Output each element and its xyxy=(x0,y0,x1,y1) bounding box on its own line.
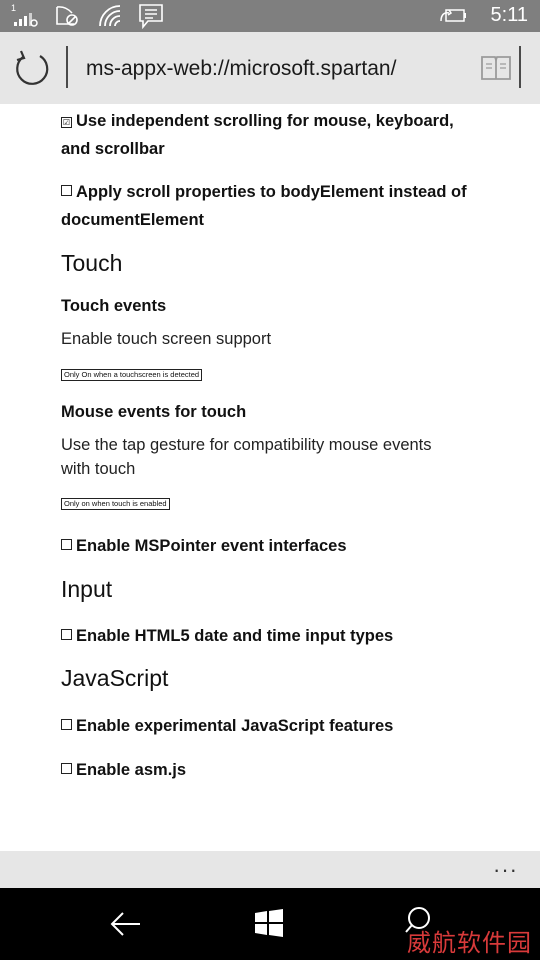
scroll-body-label: Apply scroll properties to bodyElement i… xyxy=(61,183,467,229)
experimental-js-checkbox[interactable] xyxy=(61,719,72,730)
mouse-events-select[interactable]: Only on when touch is enabled xyxy=(61,498,170,510)
refresh-button[interactable] xyxy=(12,48,52,88)
experimental-js-label: Enable experimental JavaScript features xyxy=(76,717,394,735)
settings-page: ☑ Use independent scrolling for mouse, ke… xyxy=(0,104,540,850)
reading-view-button[interactable] xyxy=(480,54,512,82)
address-divider-right xyxy=(519,46,521,88)
navigation-bar: 威航软件园 xyxy=(0,888,540,960)
back-button[interactable] xyxy=(110,910,142,942)
html5-date-option[interactable]: Enable HTML5 date and time input types xyxy=(61,622,471,650)
signal-badge: 1 xyxy=(11,3,16,13)
scroll-body-option[interactable]: Apply scroll properties to bodyElement i… xyxy=(61,178,471,234)
notification-icon xyxy=(138,3,164,33)
wifi-icon xyxy=(98,4,122,32)
mspointer-label: Enable MSPointer event interfaces xyxy=(76,537,347,555)
mouse-events-title: Mouse events for touch xyxy=(61,403,247,421)
touch-events-title: Touch events xyxy=(61,297,167,315)
touch-events-description: Enable touch screen support xyxy=(61,330,272,348)
independent-scrolling-checkbox[interactable]: ☑ xyxy=(61,117,72,128)
asmjs-label: Enable asm.js xyxy=(76,761,187,779)
section-title-input: Input xyxy=(61,576,113,602)
address-divider xyxy=(66,46,68,88)
section-title-javascript: JavaScript xyxy=(61,665,169,691)
mspointer-option[interactable]: Enable MSPointer event interfaces xyxy=(61,532,471,560)
html5-date-checkbox[interactable] xyxy=(61,629,72,640)
windows-start-icon xyxy=(255,909,283,937)
experimental-js-option[interactable]: Enable experimental JavaScript features xyxy=(61,712,471,740)
screen: 1 5:11 ms-appx-web://microsoft.spartan/ … xyxy=(0,0,540,960)
address-bar: ms-appx-web://microsoft.spartan/ xyxy=(0,32,540,104)
more-button[interactable]: ··· xyxy=(493,857,518,883)
battery-saver-icon xyxy=(440,6,468,30)
html5-date-label: Enable HTML5 date and time input types xyxy=(76,627,394,645)
refresh-icon xyxy=(16,50,49,85)
rotation-lock-icon xyxy=(54,4,80,32)
mspointer-checkbox[interactable] xyxy=(61,539,72,550)
app-bar: ··· xyxy=(0,851,540,888)
status-bar: 1 5:11 xyxy=(0,0,540,32)
signal-icon: 1 xyxy=(10,2,40,32)
reading-view-icon xyxy=(481,56,511,80)
watermark-text: 威航软件园 xyxy=(407,929,532,957)
mouse-events-description: Use the tap gesture for compatibility mo… xyxy=(61,436,432,478)
independent-scrolling-option[interactable]: ☑ Use independent scrolling for mouse, ke… xyxy=(61,107,471,163)
back-icon xyxy=(110,912,140,936)
touch-events-select[interactable]: Only On when a touchscreen is detected xyxy=(61,369,203,381)
section-title-touch: Touch xyxy=(61,250,123,276)
scroll-body-checkbox[interactable] xyxy=(61,185,72,196)
asmjs-checkbox[interactable] xyxy=(61,763,72,774)
independent-scrolling-label: Use independent scrolling for mouse, key… xyxy=(61,112,454,158)
asmjs-option[interactable]: Enable asm.js xyxy=(61,756,471,784)
start-button[interactable] xyxy=(254,908,284,942)
status-time: 5:11 xyxy=(490,4,528,26)
url-field[interactable]: ms-appx-web://microsoft.spartan/ xyxy=(86,54,431,84)
